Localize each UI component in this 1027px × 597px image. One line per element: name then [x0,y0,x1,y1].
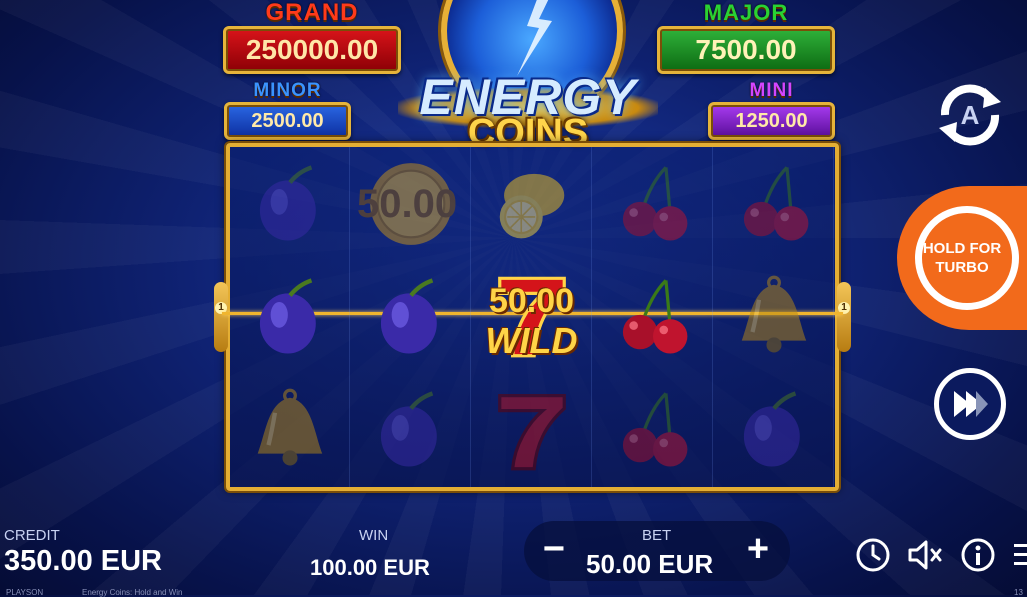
footer-time: 13 [1014,588,1023,597]
reel-2: 50.00 [351,147,471,487]
jackpot-mini: MINI 1250.00 [708,80,835,140]
reel-1 [230,147,350,487]
footer-game-title: Energy Coins: Hold and Win [82,588,183,597]
spin-button[interactable]: HOLD FOR TURBO [897,186,1027,330]
cherries-symbol [593,147,712,260]
sound-button[interactable] [905,535,945,575]
seven-symbol [472,373,591,486]
win-value: 100.00 EUR [310,555,430,580]
bet-value: 50.00 EUR [586,549,714,579]
wild-symbol: 50.00 WILD [472,260,591,373]
bell-symbol [714,260,833,373]
clock-icon [856,538,890,572]
jackpot-major-label: MAJOR [703,0,789,25]
lemon-symbol [472,147,591,260]
footer-brand: PLAYSON [6,588,44,597]
svg-text:A: A [961,100,980,130]
wild-label: WILD [485,320,578,361]
spin-label: HOLD FOR TURBO [922,240,1002,276]
credit-value: 350.00 EUR [4,545,162,577]
bet-increase-button[interactable]: + [738,530,778,571]
reel-grid: 5 LINES 1 1 50.0050.00WILD [184,143,851,491]
jackpot-mini-value: 1250.00 [708,102,835,140]
jackpot-major: MAJOR 7500.00 [657,0,835,74]
cherries-symbol [593,373,712,486]
jackpot-minor-value: 2500.00 [224,102,351,140]
speaker-muted-icon [908,540,942,570]
reel-3: 50.00 WILD [472,147,592,487]
history-button[interactable] [853,535,893,575]
reel-5 [714,147,834,487]
plum-symbol [351,260,470,373]
jackpot-grand-value: 250000.00 [223,26,401,74]
cherries-symbol [714,147,833,260]
plum-symbol [714,373,833,486]
jackpot-minor: MINOR 2500.00 [224,80,351,140]
payline-marker-right: 1 [837,282,851,352]
autoplay-icon: A [939,84,1001,146]
fast-forward-icon [954,391,988,417]
autoplay-button[interactable]: A [930,80,1010,150]
cherries-symbol [593,260,712,373]
info-icon [961,538,995,572]
wild-value: 50.00 [488,282,575,320]
payline-marker-left: 5 LINES 1 [184,266,228,352]
plum-symbol [230,260,349,373]
plum-symbol [230,147,349,260]
reel-4 [593,147,713,487]
info-button[interactable] [958,535,998,575]
jackpot-grand-label: GRAND [265,0,359,26]
lines-count-left: 5 LINES [184,266,185,267]
bet-label: BET [642,527,672,544]
bet-decrease-button[interactable]: − [534,530,574,571]
turbo-button[interactable] [934,368,1006,440]
coin-value: 50.00 [357,182,458,226]
bell-symbol [230,373,349,486]
bottom-bar: CREDIT 350.00 EUR WIN 100.00 EUR − BET 5… [0,505,1027,597]
plum-symbol [351,373,470,486]
jackpot-major-value: 7500.00 [657,26,835,74]
credit-label: CREDIT [4,527,60,544]
jackpot-grand: GRAND 250000.00 [223,0,401,74]
hamburger-menu-icon [1014,544,1027,565]
jackpot-minor-label: MINOR [253,80,322,101]
jackpot-mini-label: MINI [749,80,794,101]
coin-symbol: 50.00 [351,147,470,260]
menu-button[interactable] [1008,535,1027,575]
win-label: WIN [359,527,389,544]
game-logo: ENERGY COINS [398,0,658,160]
bet-panel: − BET 50.00 EUR + [524,521,790,581]
